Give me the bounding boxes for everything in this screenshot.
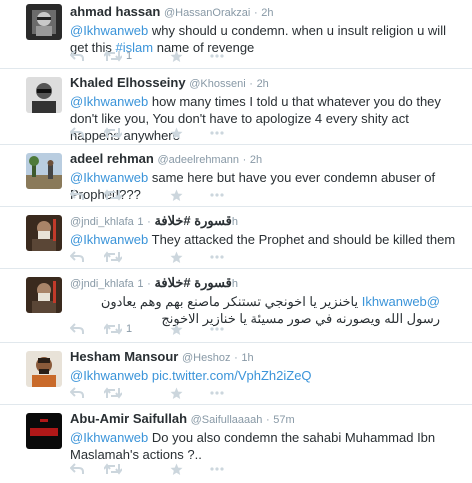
retweet-icon[interactable] xyxy=(104,188,122,202)
reply-icon[interactable] xyxy=(70,386,84,400)
tweet-actions xyxy=(70,457,270,483)
retweet-icon[interactable] xyxy=(104,126,122,140)
tweet-header: Abu-Amir Saifullah @Saifullaaaah · 57m xyxy=(70,411,460,428)
mention-link[interactable]: @Ikhwanweb xyxy=(70,94,148,109)
username[interactable]: @adeelrehmann xyxy=(157,154,239,166)
tweet[interactable]: adeel rehman @adeelrehmann · 2h @Ikhwanw… xyxy=(0,145,472,207)
star-icon[interactable] xyxy=(170,386,183,400)
more-icon[interactable] xyxy=(210,462,224,476)
fullname[interactable]: adeel rehman xyxy=(70,151,154,166)
username[interactable]: @Khosseni xyxy=(189,78,245,90)
retweet-icon[interactable] xyxy=(104,386,122,400)
more-icon[interactable] xyxy=(210,250,224,264)
reply-icon[interactable] xyxy=(70,126,84,140)
separator: · xyxy=(265,414,270,426)
retweet-count: 1 xyxy=(126,50,133,62)
tweet-header: @jndi_khlafa قسورة #خلافة · 1h xyxy=(70,213,460,230)
fullname[interactable]: قسورة #خلافة xyxy=(154,275,231,290)
mention-link[interactable]: @Ikhwanweb xyxy=(70,23,148,38)
fullname[interactable]: قسورة #خلافة xyxy=(154,213,231,228)
tweet-actions: 1 xyxy=(70,317,270,343)
more-icon[interactable] xyxy=(210,49,224,63)
mention-link[interactable]: @Ikhwanweb xyxy=(70,430,148,445)
tweet-actions xyxy=(70,183,270,209)
separator: · xyxy=(242,154,247,166)
retweet-count: 1 xyxy=(126,323,133,335)
reply-icon[interactable] xyxy=(70,49,84,63)
username[interactable]: @Saifullaaaah xyxy=(191,414,263,426)
tweet-stream: ahmad hassan @HassanOrakzai · 2h @Ikhwan… xyxy=(0,0,472,481)
separator: · xyxy=(234,352,238,364)
star-icon[interactable] xyxy=(170,250,183,264)
more-icon[interactable] xyxy=(210,322,224,336)
separator: · xyxy=(147,278,151,290)
tweet-actions xyxy=(70,381,270,407)
reply-icon[interactable] xyxy=(70,322,84,336)
star-icon[interactable] xyxy=(170,49,183,63)
timestamp[interactable]: 2h xyxy=(257,78,269,90)
reply-icon[interactable] xyxy=(70,250,84,264)
more-icon[interactable] xyxy=(210,188,224,202)
avatar[interactable] xyxy=(26,277,62,313)
retweet-icon[interactable] xyxy=(104,462,122,476)
tweet[interactable]: ahmad hassan @HassanOrakzai · 2h @Ikhwan… xyxy=(0,0,472,69)
timestamp[interactable]: 1h xyxy=(241,352,253,364)
tweet[interactable]: @jndi_khlafa قسورة #خلافة · 1h @Ikhwanwe… xyxy=(0,269,472,343)
username[interactable]: @HassanOrakzai xyxy=(164,7,250,19)
tweet[interactable]: Hesham Mansour @Heshoz · 1h @Ikhwanweb p… xyxy=(0,343,472,405)
star-icon[interactable] xyxy=(170,322,183,336)
avatar[interactable] xyxy=(26,215,62,251)
username[interactable]: @jndi_khlafa xyxy=(70,216,134,228)
fullname[interactable]: Khaled Elhosseiny xyxy=(70,75,186,90)
tweet[interactable]: Abu-Amir Saifullah @Saifullaaaah · 57m @… xyxy=(0,405,472,481)
tweet-actions: 1 xyxy=(70,44,270,70)
tweet-header: @jndi_khlafa قسورة #خلافة · 1h xyxy=(70,275,460,292)
timestamp[interactable]: 57m xyxy=(273,414,294,426)
avatar[interactable] xyxy=(26,351,62,387)
reply-icon[interactable] xyxy=(70,188,84,202)
avatar[interactable] xyxy=(26,77,62,113)
separator: · xyxy=(249,78,253,90)
tweet-header: adeel rehman @adeelrehmann · 2h xyxy=(70,151,460,168)
more-icon[interactable] xyxy=(210,126,224,140)
mention-link[interactable]: @Ikhwanweb xyxy=(362,294,440,309)
tweet-actions xyxy=(70,245,270,271)
more-icon[interactable] xyxy=(210,386,224,400)
avatar[interactable] xyxy=(26,153,62,189)
tweet-header: Khaled Elhosseiny @Khosseni · 2h xyxy=(70,75,460,92)
timestamp[interactable]: 2h xyxy=(250,154,262,166)
separator: · xyxy=(147,216,151,228)
star-icon[interactable] xyxy=(170,126,183,140)
avatar[interactable] xyxy=(26,413,62,449)
username[interactable]: @jndi_khlafa xyxy=(70,278,134,290)
separator: · xyxy=(253,7,258,19)
retweet-icon[interactable]: 1 xyxy=(104,322,132,336)
retweet-icon[interactable] xyxy=(104,250,122,264)
username[interactable]: @Heshoz xyxy=(182,352,230,364)
reply-icon[interactable] xyxy=(70,462,84,476)
tweet-header: ahmad hassan @HassanOrakzai · 2h xyxy=(70,4,460,21)
avatar[interactable] xyxy=(26,4,62,40)
fullname[interactable]: ahmad hassan xyxy=(70,4,160,19)
tweet[interactable]: @jndi_khlafa قسورة #خلافة · 1h @Ikhwanwe… xyxy=(0,207,472,269)
tweet-actions xyxy=(70,121,270,147)
star-icon[interactable] xyxy=(170,462,183,476)
tweet-header: Hesham Mansour @Heshoz · 1h xyxy=(70,349,460,366)
fullname[interactable]: Hesham Mansour xyxy=(70,349,178,364)
timestamp[interactable]: 2h xyxy=(261,7,273,19)
retweet-icon[interactable]: 1 xyxy=(104,49,132,63)
tweet[interactable]: Khaled Elhosseiny @Khosseni · 2h @Ikhwan… xyxy=(0,69,472,145)
fullname[interactable]: Abu-Amir Saifullah xyxy=(70,411,187,426)
star-icon[interactable] xyxy=(170,188,183,202)
